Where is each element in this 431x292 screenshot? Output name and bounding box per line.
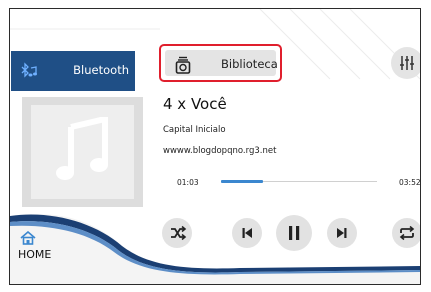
pause-icon [289, 226, 300, 240]
repeat-button[interactable] [392, 218, 420, 248]
bluetooth-music-icon [21, 62, 37, 78]
next-button[interactable] [327, 218, 357, 248]
equalizer-sliders-icon [400, 56, 414, 70]
track-title: 4 x Você [163, 95, 227, 113]
bluetooth-source-tab[interactable]: Bluetooth [11, 51, 135, 91]
music-note-icon [56, 117, 108, 180]
library-button-face: Biblioteca [165, 50, 278, 76]
library-icon [175, 56, 191, 74]
equalizer-button[interactable] [391, 47, 420, 79]
shuffle-icon [171, 225, 187, 241]
previous-button[interactable] [232, 218, 262, 248]
home-icon [20, 231, 36, 245]
progress-fill [221, 180, 264, 183]
home-button[interactable]: HOME [10, 225, 80, 275]
home-label: HOME [18, 248, 52, 261]
skip-previous-icon [242, 228, 252, 238]
library-button-label: Biblioteca [221, 57, 278, 71]
shuffle-button[interactable] [162, 218, 192, 248]
skip-next-icon [337, 228, 347, 238]
current-time: 01:03 [177, 178, 199, 187]
pause-button[interactable] [276, 215, 312, 251]
album-art [22, 97, 143, 207]
library-button[interactable]: Biblioteca [159, 44, 282, 82]
total-time: 03:52 [399, 178, 421, 187]
bluetooth-tab-label: Bluetooth [73, 63, 129, 77]
media-player-screen: Bluetooth Biblioteca 4 x Você Capital In… [9, 8, 421, 285]
track-url: wwww.blogdopqno.rg3.net [163, 146, 277, 156]
progress-bar[interactable] [221, 180, 377, 183]
repeat-icon [399, 225, 415, 241]
track-artist: Capital Inicialo [163, 125, 226, 135]
